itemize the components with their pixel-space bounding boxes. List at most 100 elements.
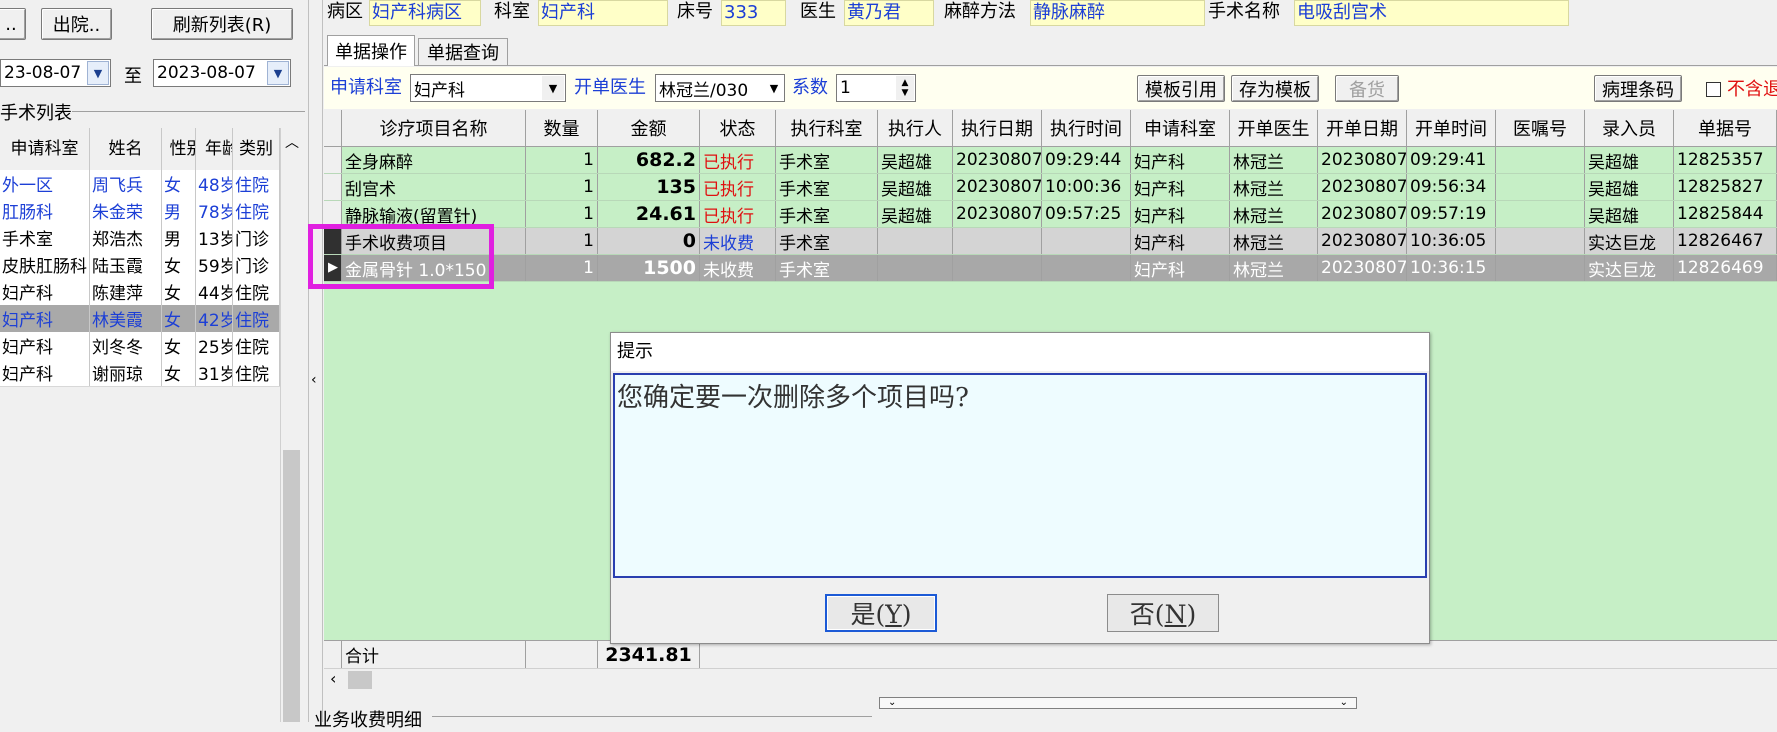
- list-cell-dept: 妇产科: [0, 305, 90, 332]
- col-header-executor[interactable]: 执行人: [878, 110, 953, 146]
- collapse-handle[interactable]: ⌄ ⌄: [879, 697, 1357, 709]
- col-header-amount[interactable]: 金额: [598, 110, 700, 146]
- list-cell-dept: 肛肠科: [0, 197, 90, 224]
- list-cell-type: 住院: [233, 170, 280, 197]
- cell-doc-no: 12825844: [1674, 201, 1777, 227]
- col-header-doc-no[interactable]: 单据号: [1674, 110, 1777, 146]
- chevron-up-icon[interactable]: ︿: [285, 132, 299, 152]
- chevron-down-icon[interactable]: ⌄: [1340, 698, 1348, 708]
- list-cell-type: 住院: [233, 197, 280, 224]
- col-header-doctor[interactable]: 开单医生: [1230, 110, 1318, 146]
- col-header-exec-time[interactable]: 执行时间: [1042, 110, 1131, 146]
- yes-button[interactable]: 是(Y): [825, 594, 937, 632]
- list-cell-age: 44岁: [196, 278, 233, 305]
- col-header-dept[interactable]: 申请科室: [0, 128, 90, 170]
- doctor-select[interactable]: 林冠兰/030 ▼: [655, 74, 785, 102]
- dept-value: 妇产科: [538, 0, 668, 26]
- col-header-sex[interactable]: 性别: [162, 128, 196, 170]
- anesthesia-value: 静脉麻醉: [1030, 0, 1205, 26]
- col-header-exec-date[interactable]: 执行日期: [953, 110, 1042, 146]
- scrollbar-thumb[interactable]: [348, 671, 372, 689]
- table-row[interactable]: ▶ 金属骨针 1.0*150 1 1500 未收费 手术室 妇产科 林冠兰 20230807 10…: [324, 255, 1777, 282]
- col-header-order-no[interactable]: 医嘱号: [1496, 110, 1585, 146]
- list-item[interactable]: 妇产科 陈建萍女 44岁 住院: [0, 278, 280, 306]
- exclude-refund-checkbox[interactable]: [1706, 82, 1721, 97]
- list-cell-name: 朱金荣: [90, 197, 162, 224]
- chevron-left-icon[interactable]: ‹: [330, 669, 336, 688]
- col-header-name[interactable]: 姓名: [90, 128, 162, 170]
- cell-entered-by: 实达巨龙: [1585, 255, 1674, 281]
- list-item[interactable]: 手术室 郑浩杰男 13岁 门诊: [0, 224, 280, 252]
- pathology-barcode-button[interactable]: 病理条码: [1594, 75, 1682, 102]
- toolbar: 申请科室 妇产科 ▼ 开单医生 林冠兰/030 ▼ 系数 1 ▲ ▼ 模板引用 存…: [324, 67, 1777, 109]
- col-header-apply-dept[interactable]: 申请科室: [1131, 110, 1230, 146]
- col-header-status[interactable]: 状态: [700, 110, 776, 146]
- chevron-down-icon[interactable]: ▼: [87, 61, 109, 85]
- list-item[interactable]: 妇产科 谢丽琼女 31岁 住院: [0, 359, 280, 387]
- cell-order-date: 20230807: [1318, 228, 1407, 254]
- groupbox-border: [70, 111, 305, 112]
- cell-doc-no: 12826469: [1674, 255, 1777, 281]
- tab-border: [324, 65, 1777, 66]
- chevron-down-icon[interactable]: ⌄: [888, 698, 896, 708]
- table-row[interactable]: 刮宫术 1 135 已执行 手术室 吴超雄 20230807 10:00:36 妇产科 林冠兰 20…: [324, 174, 1777, 201]
- list-item[interactable]: 皮肤肛肠科 陆玉霞女 59岁 门诊: [0, 251, 280, 279]
- apply-dept-select[interactable]: 妇产科 ▼: [410, 74, 566, 102]
- col-header-order-time[interactable]: 开单时间: [1407, 110, 1496, 146]
- list-cell-type: 门诊: [233, 224, 280, 251]
- cell-executor: 吴超雄: [878, 147, 953, 173]
- chevron-down-icon[interactable]: ▼: [267, 61, 289, 85]
- table-row[interactable]: 手术收费项目 1 0 未收费 手术室 妇产科 林冠兰 20230807 10:36:05 实达巨龙…: [324, 228, 1777, 255]
- list-cell-age: 78岁: [196, 197, 233, 224]
- scrollbar-thumb[interactable]: [283, 450, 300, 722]
- cell-order-no: [1496, 201, 1585, 227]
- col-header-qty[interactable]: 数量: [526, 110, 598, 146]
- row-indicator[interactable]: [324, 147, 342, 173]
- list-cell-name: 陈建萍: [90, 278, 162, 305]
- cell-order-date: 20230807: [1318, 201, 1407, 227]
- cell-doctor: 林冠兰: [1230, 228, 1318, 254]
- save-template-button[interactable]: 存为模板: [1231, 75, 1319, 102]
- list-cell-dept: 皮肤肛肠科: [0, 251, 90, 278]
- cell-order-time: 09:56:34: [1407, 174, 1496, 200]
- table-row[interactable]: 静脉输液(留置针) 1 24.61 已执行 手术室 吴超雄 20230807 09:57:25…: [324, 201, 1777, 228]
- prepare-stock-button[interactable]: 备货: [1335, 75, 1399, 102]
- cell-exec-dept: 手术室: [776, 228, 878, 254]
- row-indicator[interactable]: [324, 174, 342, 200]
- no-button[interactable]: 否(N): [1107, 594, 1219, 632]
- panel-splitter[interactable]: ‹: [308, 0, 323, 722]
- list-item[interactable]: 外一区 周飞兵女 48岁 住院: [0, 170, 280, 198]
- refresh-list-button[interactable]: 刷新列表(R): [151, 8, 293, 40]
- factor-stepper[interactable]: 1 ▲ ▼: [836, 74, 916, 102]
- chevron-left-icon[interactable]: ‹: [311, 372, 317, 388]
- date-to-value: 2023-08-07: [157, 63, 256, 83]
- col-header-item[interactable]: 诊疗项目名称: [342, 110, 526, 146]
- col-header-entered-by[interactable]: 录入员: [1585, 110, 1674, 146]
- discharge-button[interactable]: 出院..: [41, 8, 112, 40]
- template-reference-button[interactable]: 模板引用: [1137, 75, 1225, 102]
- table-row[interactable]: 全身麻醉 1 682.2 已执行 手术室 吴超雄 20230807 09:29:44 妇产科 林冠…: [324, 147, 1777, 174]
- col-header-age[interactable]: 年龄: [196, 128, 233, 170]
- dialog-title: 提示: [611, 333, 1429, 371]
- surgery-list-scrollbar[interactable]: ︿: [280, 128, 303, 722]
- date-to-picker[interactable]: 2023-08-07 ▼: [153, 59, 291, 87]
- tab-document-operation[interactable]: 单据操作: [327, 35, 415, 66]
- stepper-arrows-icon[interactable]: ▲ ▼: [896, 76, 914, 100]
- grid-horizontal-scrollbar[interactable]: ‹: [324, 668, 1777, 691]
- list-item[interactable]: 肛肠科 朱金荣男 78岁 住院: [0, 197, 280, 225]
- cell-exec-time: 09:29:44: [1042, 147, 1131, 173]
- exclude-refund-label: 不含退: [1727, 79, 1777, 100]
- list-item[interactable]: 妇产科 林美霞女 42岁 住院: [0, 305, 280, 333]
- ellipsis-button[interactable]: ..: [0, 8, 26, 40]
- list-item[interactable]: 妇产科 刘冬冬女 25岁 住院: [0, 332, 280, 360]
- date-from-picker[interactable]: 23-08-07 ▼: [0, 59, 111, 87]
- fee-detail-section-title: 业务收费明细: [314, 710, 422, 731]
- chevron-down-icon[interactable]: ▼: [765, 76, 783, 100]
- doctor-value: 黄乃君: [844, 0, 934, 26]
- col-header-order-date[interactable]: 开单日期: [1318, 110, 1407, 146]
- col-header-type[interactable]: 类别: [233, 128, 280, 170]
- list-cell-name: 刘冬冬: [90, 332, 162, 359]
- tab-document-query[interactable]: 单据查询: [418, 38, 508, 65]
- col-header-exec-dept[interactable]: 执行科室: [776, 110, 878, 146]
- chevron-down-icon[interactable]: ▼: [542, 76, 564, 100]
